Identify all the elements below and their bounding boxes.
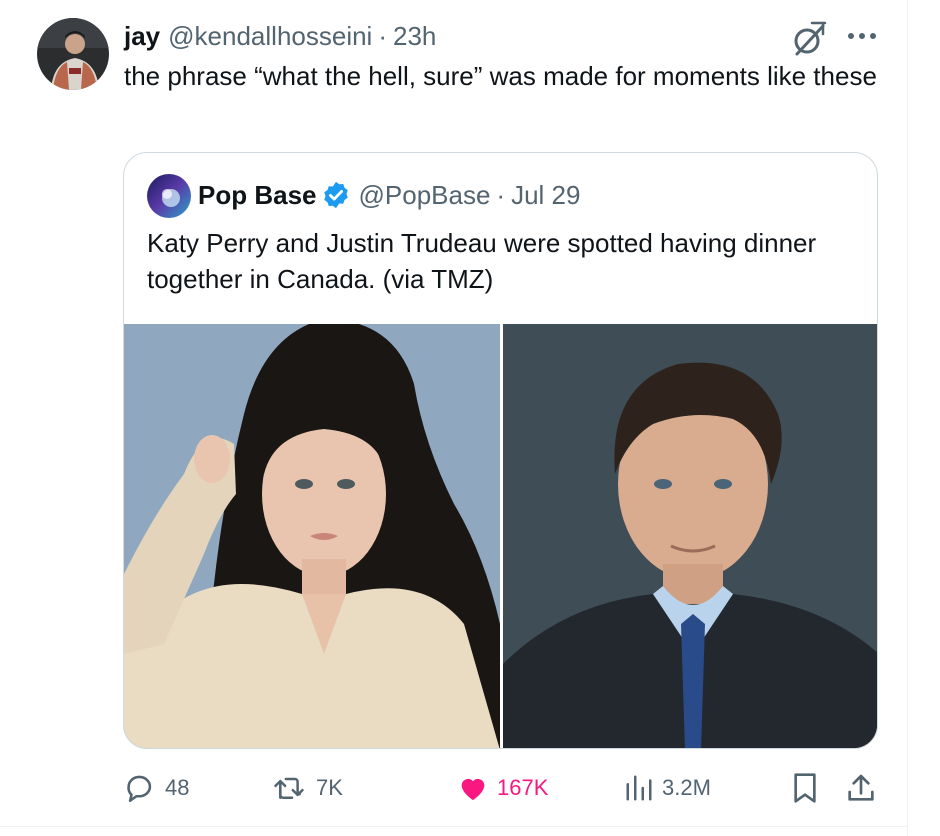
quote-author-avatar[interactable] — [147, 174, 191, 218]
tweet-actions-bar: 48 7K 167K 3.2M — [0, 768, 908, 808]
views-count: 3.2M — [662, 775, 711, 800]
share-button[interactable] — [846, 768, 876, 808]
repost-icon — [274, 777, 304, 799]
more-icon[interactable] — [846, 26, 878, 46]
quote-text: Katy Perry and Justin Trudeau were spott… — [147, 228, 817, 294]
repost-button[interactable]: 7K — [272, 768, 343, 808]
quote-header: Pop Base @PopBase · Jul 29 — [198, 177, 580, 213]
author-avatar[interactable] — [37, 18, 109, 90]
tweet-divider — [0, 826, 908, 827]
author-name[interactable]: jay — [124, 21, 160, 52]
quote-date[interactable]: Jul 29 — [511, 180, 580, 211]
reply-icon — [127, 775, 152, 803]
separator-dot: · — [378, 20, 388, 51]
verified-badge-icon — [323, 181, 348, 209]
tweet-time[interactable]: 23h — [393, 21, 436, 52]
reply-button[interactable]: 48 — [123, 768, 189, 808]
quote-media — [124, 324, 877, 748]
like-button[interactable]: 167K — [457, 768, 548, 808]
separator-dot: · — [496, 179, 506, 210]
quote-author-handle[interactable]: @PopBase — [359, 180, 491, 211]
bookmark-button[interactable] — [790, 768, 820, 808]
column-border — [907, 0, 908, 836]
share-icon — [848, 774, 874, 801]
man-portrait-photo[interactable] — [503, 324, 877, 748]
heart-filled-icon — [461, 778, 485, 800]
like-count: 167K — [497, 775, 549, 800]
views-button[interactable]: 3.2M — [624, 768, 711, 808]
tweet-card: jay @kendallhosseini · 23h the phrase “w… — [0, 0, 940, 836]
reply-count: 48 — [165, 775, 190, 800]
bookmark-icon — [794, 773, 816, 803]
grok-icon[interactable] — [790, 20, 828, 58]
woman-portrait-photo[interactable] — [124, 324, 500, 748]
author-handle[interactable]: @kendallhosseini — [168, 21, 372, 52]
tweet-header: jay @kendallhosseini · 23h — [124, 19, 436, 53]
quote-author-name[interactable]: Pop Base — [198, 180, 317, 211]
views-chart-icon — [626, 775, 652, 801]
repost-count: 7K — [316, 775, 343, 800]
tweet-text: the phrase “what the hell, sure” was mad… — [124, 61, 877, 91]
quoted-tweet[interactable]: Pop Base @PopBase · Jul 29 Katy Perry an… — [123, 152, 878, 749]
